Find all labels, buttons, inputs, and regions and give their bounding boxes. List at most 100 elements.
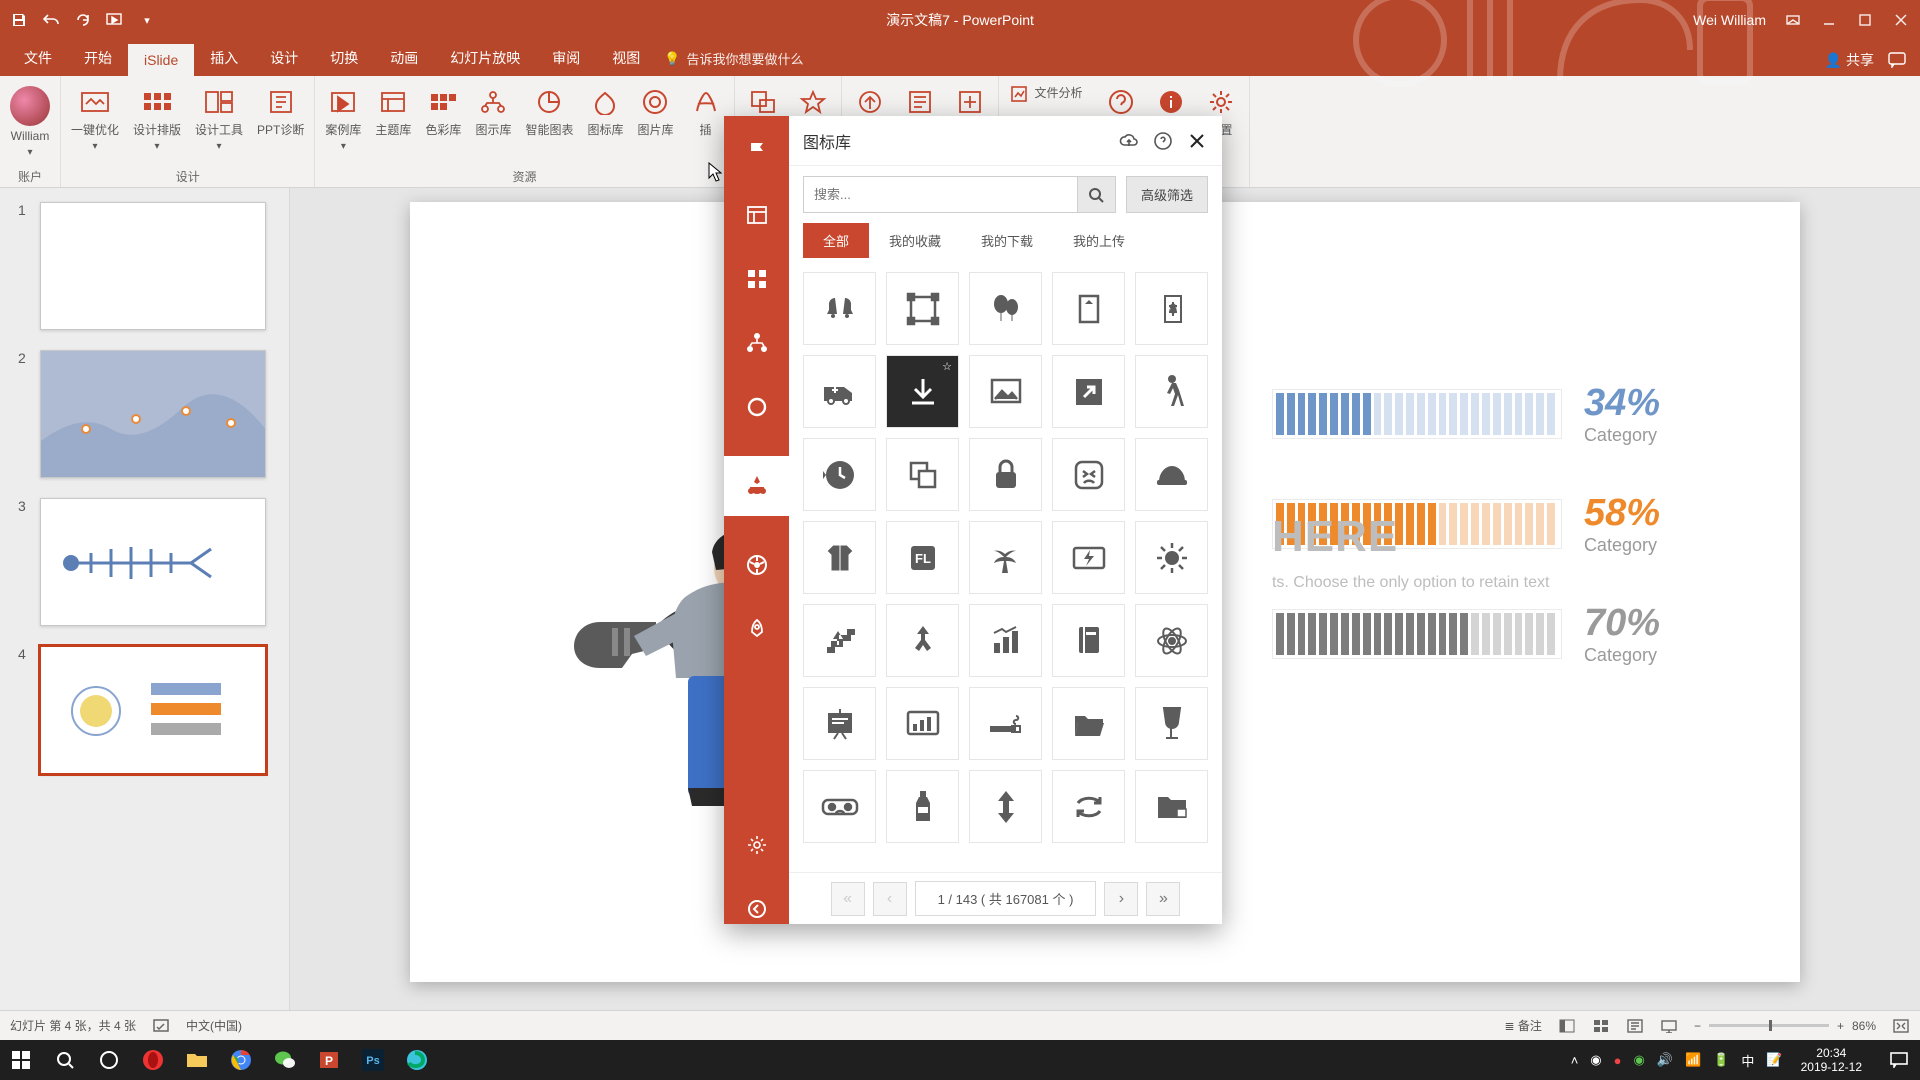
icon-cell-copy[interactable] [886, 438, 959, 511]
tab-favorites[interactable]: 我的收藏 [869, 223, 961, 258]
icon-cell-arrow-cross[interactable] [886, 604, 959, 677]
system-tray[interactable]: ˄ ◉ ● ◉ 🔊 📶 🔋 中 📝 [1571, 1051, 1783, 1070]
tray-wechat-icon[interactable]: ◉ [1634, 1052, 1645, 1068]
view-sorter-icon[interactable] [1592, 1017, 1610, 1035]
tab-home[interactable]: 开始 [68, 40, 128, 76]
icon-cell-door-up[interactable] [1052, 272, 1125, 345]
icon-cell-cigarette[interactable] [969, 687, 1042, 760]
search-taskbar-icon[interactable] [52, 1047, 78, 1073]
icon-lib-button[interactable]: 图标库 [585, 82, 625, 139]
action-center-icon[interactable] [1886, 1047, 1912, 1073]
page-prev-button[interactable]: ‹ [873, 882, 907, 916]
tab-view[interactable]: 视图 [596, 40, 656, 76]
side-flag-icon[interactable] [742, 136, 772, 166]
side-back-icon[interactable] [742, 894, 772, 924]
icon-cell-arrow-box[interactable] [1052, 355, 1125, 428]
tab-islide[interactable]: iSlide [128, 44, 194, 76]
start-icon[interactable] [8, 1047, 34, 1073]
zoom-slider[interactable] [1709, 1024, 1829, 1027]
account-button[interactable]: William ▾ [8, 82, 52, 160]
icon-cell-atom[interactable] [1135, 604, 1208, 677]
user-name[interactable]: Wei William [1693, 12, 1766, 28]
icon-cell-pedestrian[interactable] [1135, 355, 1208, 428]
maximize-icon[interactable] [1856, 11, 1874, 29]
tray-chrome-icon[interactable]: ◉ [1590, 1052, 1601, 1068]
tab-all[interactable]: 全部 [803, 223, 869, 258]
language-label[interactable]: 中文(中国) [186, 1017, 242, 1034]
icon-cell-bottle[interactable] [886, 770, 959, 843]
tray-wifi-icon[interactable]: 📶 [1685, 1052, 1701, 1068]
icon-cell-folder-lock[interactable] [1135, 770, 1208, 843]
icon-cell-frame[interactable] [886, 272, 959, 345]
ribbon-options-icon[interactable] [1784, 11, 1802, 29]
cortana-icon[interactable] [96, 1047, 122, 1073]
photoshop-icon[interactable]: Ps [360, 1047, 386, 1073]
cloud-upload-icon[interactable] [1118, 130, 1140, 152]
icon-cell-balloons[interactable] [969, 272, 1042, 345]
zoom-in-icon[interactable]: + [1837, 1019, 1844, 1033]
slide-thumbnail-pane[interactable]: 1 2 3 4 [0, 188, 290, 1026]
tab-slideshow[interactable]: 幻灯片放映 [434, 40, 536, 76]
qat-more-icon[interactable]: ▾ [138, 11, 156, 29]
icon-cell-photo-frame[interactable] [969, 355, 1042, 428]
side-grid-icon[interactable] [742, 264, 772, 294]
redo-icon[interactable] [74, 11, 92, 29]
page-last-button[interactable]: » [1146, 882, 1180, 916]
share-button[interactable]: 👤 共享 [1825, 50, 1874, 70]
page-first-button[interactable]: « [831, 882, 865, 916]
icon-cell-bells[interactable] [803, 272, 876, 345]
comments-icon[interactable] [1888, 52, 1906, 68]
tab-insert[interactable]: 插入 [194, 40, 254, 76]
tray-battery-icon[interactable]: 🔋 [1713, 1052, 1729, 1068]
fit-window-icon[interactable] [1892, 1017, 1910, 1035]
undo-icon[interactable] [42, 11, 60, 29]
taskbar-clock[interactable]: 20:34 2019-12-12 [1801, 1046, 1868, 1075]
icon-cell-up-down[interactable] [969, 770, 1042, 843]
tab-file[interactable]: 文件 [8, 40, 68, 76]
icon-cell-face-tired[interactable] [1052, 438, 1125, 511]
icon-cell-bolt-card[interactable] [1052, 521, 1125, 594]
smart-chart-button[interactable]: 智能图表 [523, 82, 575, 139]
tab-review[interactable]: 审阅 [536, 40, 596, 76]
notes-button[interactable]: ≣ 备注 [1505, 1017, 1542, 1034]
advanced-filter-button[interactable]: 高级筛选 [1126, 176, 1208, 213]
side-steer-icon[interactable] [742, 550, 772, 580]
panel-help-icon[interactable] [1152, 130, 1174, 152]
tab-downloads[interactable]: 我的下载 [961, 223, 1053, 258]
one-click-optimize-button[interactable]: 一键优化▾ [69, 82, 121, 154]
panel-close-icon[interactable] [1186, 130, 1208, 152]
tray-onenote-icon[interactable]: 📝 [1766, 1052, 1782, 1068]
slideshow-start-icon[interactable] [106, 11, 124, 29]
tab-transition[interactable]: 切换 [314, 40, 374, 76]
color-lib-button[interactable]: 色彩库 [423, 82, 463, 139]
ppt-diagnose-button[interactable]: PPT诊断 [255, 82, 306, 139]
icon-cell-helmet[interactable] [1135, 438, 1208, 511]
file-analysis-button[interactable]: 文件分析 [1007, 82, 1085, 106]
icon-cell-jacket[interactable] [803, 521, 876, 594]
design-layout-button[interactable]: 设计排版▾ [131, 82, 183, 154]
icon-cell-lock[interactable] [969, 438, 1042, 511]
zoom-control[interactable]: − + 86% [1694, 1019, 1876, 1033]
icon-cell-fl-badge[interactable]: FL [886, 521, 959, 594]
chrome-icon[interactable] [228, 1047, 254, 1073]
view-slideshow-icon[interactable] [1660, 1017, 1678, 1035]
view-normal-icon[interactable] [1558, 1017, 1576, 1035]
wechat-icon[interactable] [272, 1047, 298, 1073]
image-lib-button[interactable]: 图片库 [635, 82, 675, 139]
spellcheck-icon[interactable] [152, 1017, 170, 1035]
search-input[interactable] [804, 177, 1077, 212]
icon-cell-paper-money[interactable]: $ [1135, 272, 1208, 345]
icon-cell-book[interactable] [1052, 604, 1125, 677]
icon-cell-clock-back[interactable] [803, 438, 876, 511]
side-org-icon[interactable] [742, 328, 772, 358]
slide-thumb-1[interactable] [40, 202, 266, 330]
tray-volume-icon[interactable]: 🔊 [1657, 1052, 1673, 1068]
icon-cell-wine[interactable] [1135, 687, 1208, 760]
search-button[interactable] [1077, 177, 1115, 212]
close-icon[interactable] [1892, 11, 1910, 29]
tray-rec-icon[interactable]: ● [1614, 1053, 1622, 1068]
case-lib-button[interactable]: 案例库▾ [323, 82, 363, 154]
side-settings-icon[interactable] [742, 830, 772, 860]
powerpoint-icon[interactable]: P [316, 1047, 342, 1073]
zoom-level[interactable]: 86% [1852, 1019, 1876, 1033]
